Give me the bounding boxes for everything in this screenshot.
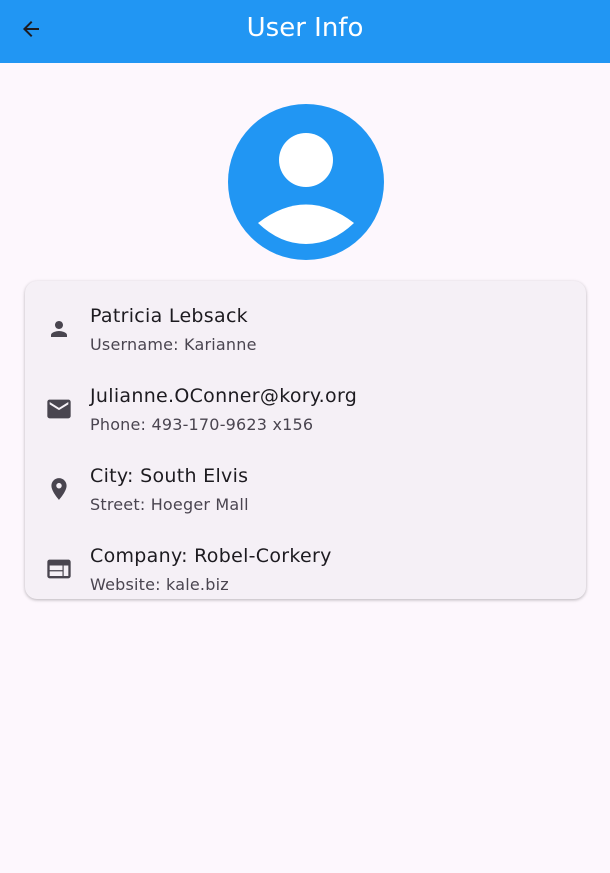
user-info-card: Patricia Lebsack Username: Karianne Juli…	[25, 281, 586, 599]
user-email: Julianne.OConner@kory.org	[90, 385, 358, 407]
person-icon	[51, 321, 67, 337]
user-phone: Phone: 493-170-9623 x156	[90, 415, 314, 434]
username: Username: Karianne	[90, 335, 257, 354]
location-pin-icon	[51, 478, 67, 500]
user-company: Company: Robel-Corkery	[90, 545, 332, 567]
user-city: City: South Elvis	[90, 465, 249, 487]
web-icon	[47, 559, 71, 579]
avatar	[228, 104, 384, 260]
page-title: User Info	[246, 13, 364, 43]
list-item-contact: Julianne.OConner@kory.org Phone: 493-170…	[25, 369, 586, 449]
user-name: Patricia Lebsack	[90, 305, 248, 327]
list-item-address: City: South Elvis Street: Hoeger Mall	[25, 449, 586, 529]
account-circle-icon	[258, 133, 354, 244]
list-item-company: Company: Robel-Corkery Website: kale.biz	[25, 529, 586, 609]
app-bar: User Info	[0, 0, 610, 63]
user-street: Street: Hoeger Mall	[90, 495, 249, 514]
user-website: Website: kale.biz	[90, 575, 229, 594]
email-icon	[47, 399, 71, 419]
list-item-name: Patricia Lebsack Username: Karianne	[25, 289, 586, 369]
